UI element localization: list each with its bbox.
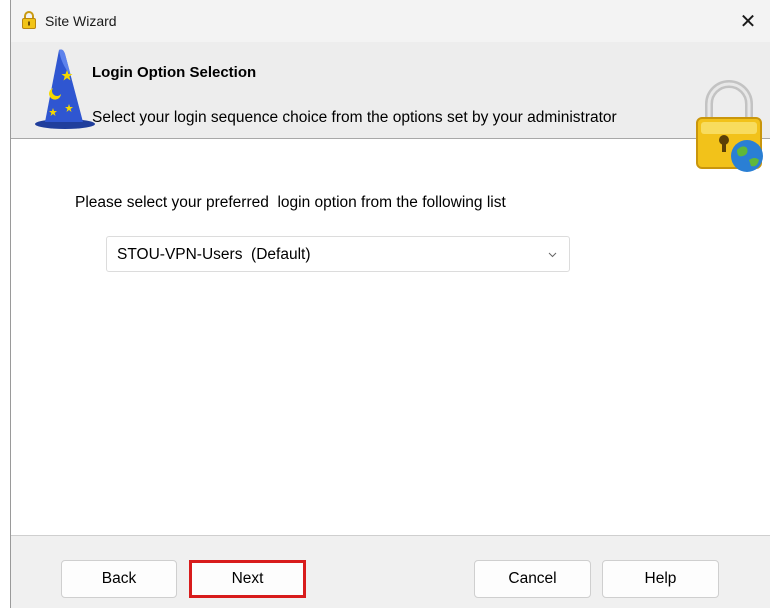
wizard-hat-icon [35,49,95,129]
cancel-button[interactable]: Cancel [474,560,591,598]
help-button[interactable]: Help [602,560,719,598]
wizard-footer: Back Next Cancel Help [11,535,770,608]
login-option-selected: STOU-VPN-Users (Default) [117,246,311,263]
lock-globe-icon [696,80,763,172]
header-subtitle: Select your login sequence choice from t… [92,109,617,126]
login-option-prompt: Please select your preferred login optio… [75,194,506,211]
close-button[interactable]: ✕ [725,0,770,42]
padlock-icon [22,11,36,29]
site-wizard-window: Site Wizard ✕ Login Option Selection Sel… [10,0,770,608]
wizard-header: Login Option Selection Select your login… [11,42,770,172]
back-button[interactable]: Back [61,560,177,598]
window-title: Site Wizard [45,13,117,29]
close-icon: ✕ [739,9,757,33]
login-option-dropdown[interactable]: STOU-VPN-Users (Default) [106,236,570,272]
header-title: Login Option Selection [92,64,257,81]
chevron-down-icon [548,252,557,258]
title-bar: Site Wizard ✕ [11,0,770,42]
next-button[interactable]: Next [189,560,306,598]
